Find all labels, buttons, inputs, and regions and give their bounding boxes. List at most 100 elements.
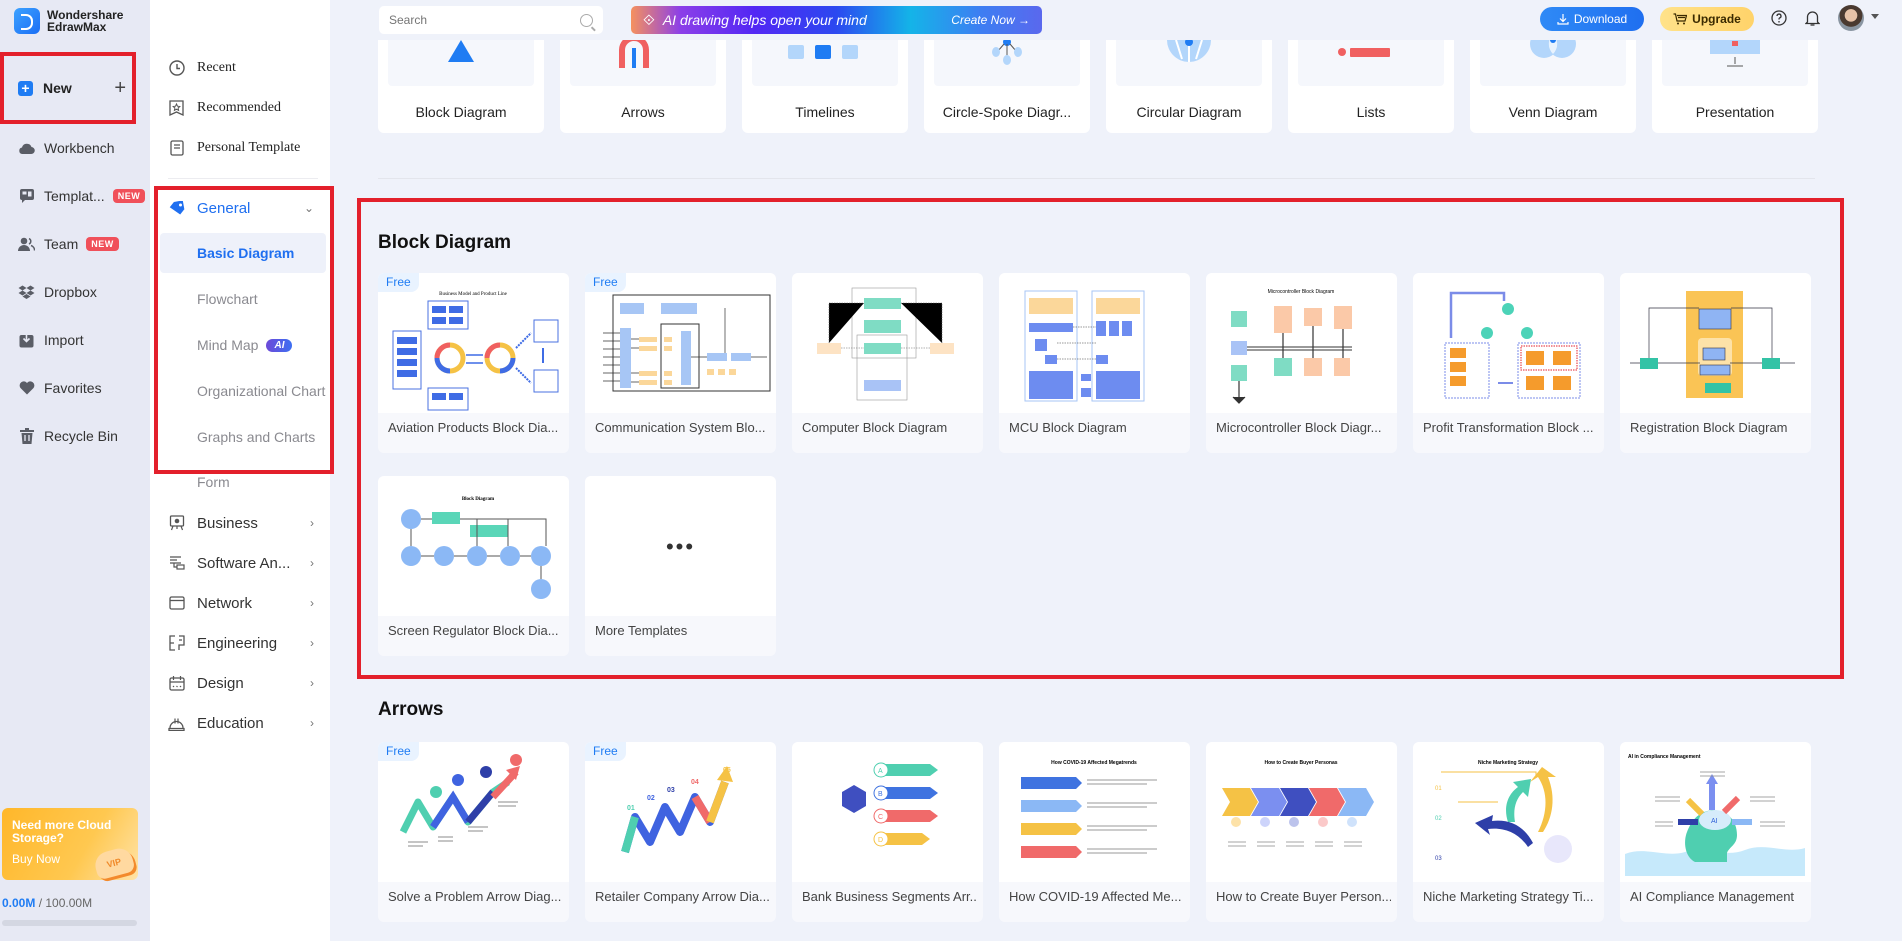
rail-item-label: Import: [44, 332, 84, 348]
new-badge: NEW: [112, 189, 146, 203]
more-dots-icon: •••: [665, 534, 696, 559]
template-card[interactable]: AI in Compliance Management AI AI Complia…: [1620, 742, 1811, 922]
template-name: AI Compliance Management: [1630, 889, 1795, 904]
general-highlight-frame: [154, 186, 334, 474]
rail-item-label: Templat...: [44, 188, 105, 204]
sidebar-category-education[interactable]: Education ›: [150, 703, 330, 743]
template-preview: [1413, 273, 1604, 413]
rail-item-workbench[interactable]: Workbench: [0, 124, 150, 172]
svg-text:01: 01: [1435, 786, 1442, 792]
app-logo[interactable]: Wondershare EdrawMax: [14, 8, 123, 34]
ai-banner-text: AI drawing helps open your mind: [662, 12, 867, 28]
team-icon: [18, 236, 35, 253]
svg-text:Microcontroller Block Diagram: Microcontroller Block Diagram: [1268, 289, 1335, 295]
search-input[interactable]: [389, 13, 580, 27]
svg-text:02: 02: [1435, 816, 1442, 822]
template-card[interactable]: Microcontroller Block Diagram Microcontr…: [1206, 273, 1397, 453]
rail-item-label: Workbench: [44, 140, 115, 156]
chevron-right-icon: ›: [310, 636, 314, 650]
category-sidebar: Recent Recommended Personal Template Gen…: [150, 0, 334, 941]
sidebar-category-business[interactable]: Business ›: [150, 503, 330, 543]
template-preview: 01 02 03 04 05: [585, 742, 776, 882]
template-card[interactable]: Computer Block Diagram: [792, 273, 983, 453]
template-card[interactable]: Profit Transformation Block ...: [1413, 273, 1604, 453]
template-card[interactable]: Free Communication System Blo...: [585, 273, 776, 453]
cloud-storage-promo[interactable]: Need more Cloud Storage? Buy Now VIP: [2, 808, 138, 881]
svg-text:02: 02: [647, 795, 655, 802]
template-name: Retailer Company Arrow Dia...: [595, 889, 770, 904]
template-card[interactable]: Block Diagram Screen Regulator Block Dia…: [378, 476, 569, 656]
category-label: Education: [197, 714, 264, 732]
presentation-board-icon: [168, 515, 185, 532]
caret-down-icon[interactable]: [1871, 14, 1879, 19]
rail-item-import[interactable]: Import: [0, 316, 150, 364]
category-card-circular[interactable]: Circular Diagram: [1106, 40, 1272, 133]
template-card[interactable]: A B C D Bank Business Segments Arr...: [792, 742, 983, 922]
add-plus-icon[interactable]: +: [114, 77, 126, 100]
edrawmax-logo-icon: [14, 8, 40, 34]
category-card-venn[interactable]: Venn Diagram: [1470, 40, 1636, 133]
clock-icon: [168, 60, 185, 77]
sidebar-item-recommended[interactable]: Recommended: [150, 88, 330, 128]
rail-item-templates[interactable]: Templat... NEW: [0, 172, 150, 220]
rail-item-favorites[interactable]: Favorites: [0, 364, 150, 412]
free-badge: Free: [378, 742, 419, 761]
svg-text:05: 05: [723, 767, 731, 774]
template-preview: AI in Compliance Management AI: [1620, 742, 1811, 882]
trash-icon: [18, 428, 35, 445]
venn-thumb-icon: [1480, 40, 1626, 86]
svg-text:How COVID-19 Affected Megatren: How COVID-19 Affected Megatrends: [1051, 760, 1137, 766]
rail-item-recycle-bin[interactable]: Recycle Bin: [0, 412, 150, 460]
sidebar-category-software[interactable]: Software An... ›: [150, 543, 330, 583]
rail-item-label: Team: [44, 236, 79, 252]
sidebar-category-engineering[interactable]: Engineering ›: [150, 623, 330, 663]
category-card-presentation[interactable]: Presentation: [1652, 40, 1818, 133]
download-button[interactable]: Download: [1540, 7, 1644, 31]
category-strip: Block Diagram Arrows Timelines Circle-Sp…: [378, 40, 1818, 133]
template-card[interactable]: How to Create Buyer Personas How to Crea…: [1206, 742, 1397, 922]
rail-item-team[interactable]: Team NEW: [0, 220, 150, 268]
ai-drawing-banner[interactable]: ⟐ AI drawing helps open your mind Create…: [631, 6, 1042, 34]
section-divider: [378, 178, 1815, 179]
help-icon[interactable]: [1770, 9, 1788, 27]
new-button[interactable]: + New +: [0, 52, 136, 124]
sidebar-item-recent[interactable]: Recent: [150, 48, 330, 88]
notification-bell-icon[interactable]: [1803, 9, 1821, 27]
template-card[interactable]: MCU Block Diagram: [999, 273, 1190, 453]
template-card[interactable]: Registration Block Diagram: [1620, 273, 1811, 453]
rail-nav: Workbench Templat... NEW Team NEW Dropbo…: [0, 124, 150, 460]
category-card-arrows[interactable]: Arrows: [560, 40, 726, 133]
upgrade-button[interactable]: Upgrade: [1660, 7, 1754, 31]
template-name: Communication System Blo...: [595, 420, 766, 435]
category-card-circle-spoke[interactable]: Circle-Spoke Diagr...: [924, 40, 1090, 133]
new-plus-square-icon: +: [18, 80, 33, 96]
template-card[interactable]: Business Model and Product Line Free Avi…: [378, 273, 569, 453]
template-card[interactable]: 01 02 03 04 05 Free Retailer Company Arrow D…: [585, 742, 776, 922]
free-badge: Free: [585, 273, 626, 292]
category-card-timelines[interactable]: Timelines: [742, 40, 908, 133]
template-card[interactable]: Free Solve a Problem Arrow Diag...: [378, 742, 569, 922]
template-card[interactable]: How COVID-19 Affected Megatrends How COV…: [999, 742, 1190, 922]
promo-title: Need more Cloud Storage?: [12, 818, 112, 845]
category-card-lists[interactable]: Lists: [1288, 40, 1454, 133]
create-now-link[interactable]: Create Now →: [951, 13, 1030, 27]
free-badge: Free: [585, 742, 626, 761]
search-box[interactable]: [379, 6, 603, 34]
download-label: Download: [1573, 12, 1628, 26]
category-card-block-diagram[interactable]: Block Diagram: [378, 40, 544, 133]
template-card[interactable]: Niche Marketing Strategy 01 02 03 Niche Mar…: [1413, 742, 1604, 922]
document-icon: [168, 140, 185, 157]
storage-total: 100.00M: [45, 896, 93, 910]
sidebar-category-design[interactable]: Design ›: [150, 663, 330, 703]
software-icon: [168, 555, 185, 572]
more-templates-card[interactable]: ••• More Templates: [585, 476, 776, 656]
brand-line-2: EdrawMax: [47, 20, 107, 34]
category-label: Engineering: [197, 634, 278, 652]
user-avatar[interactable]: [1838, 5, 1864, 31]
vip-cloud-icon: VIP: [92, 845, 136, 881]
rail-item-dropbox[interactable]: Dropbox: [0, 268, 150, 316]
search-icon[interactable]: [580, 13, 593, 27]
template-preview: [999, 273, 1190, 413]
sidebar-item-personal-template[interactable]: Personal Template: [150, 128, 330, 168]
sidebar-category-network[interactable]: Network ›: [150, 583, 330, 623]
